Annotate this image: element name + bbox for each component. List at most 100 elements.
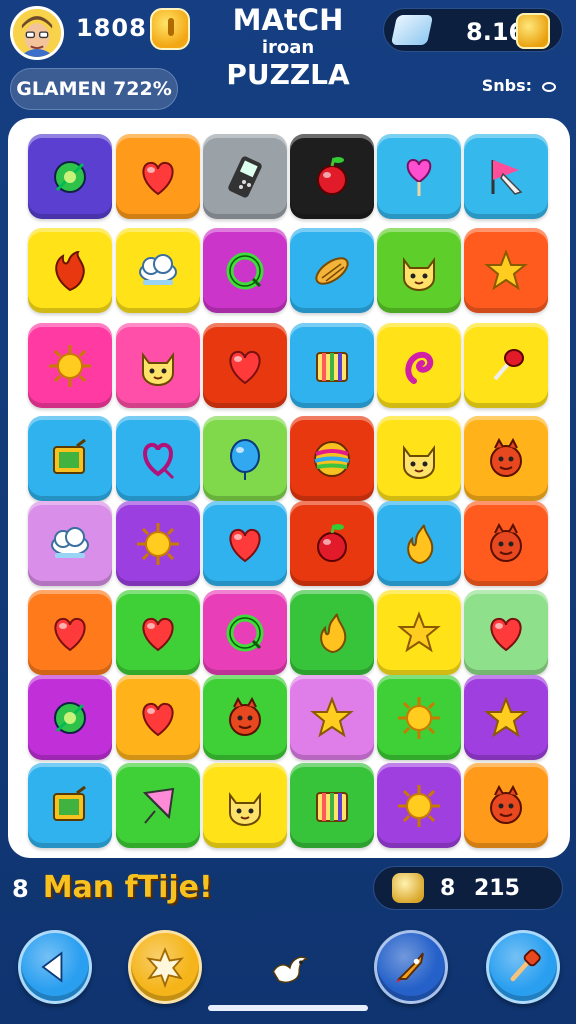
board-tile[interactable] [116,228,200,313]
level-text: Man fTije! [42,870,213,905]
board-tile[interactable] [377,675,461,760]
heart-icon [142,702,174,736]
board-tile[interactable] [464,763,548,848]
cloud-icon [139,253,177,285]
board-tile[interactable] [116,763,200,848]
monster-icon [229,696,261,736]
board-tile[interactable] [28,501,112,586]
board-tile[interactable] [464,501,548,586]
board-tile[interactable] [116,416,200,501]
sun-icon [137,522,179,565]
board-tile[interactable] [464,416,548,501]
board-tile[interactable] [290,675,374,760]
board-tile[interactable] [377,134,461,219]
board-tile[interactable] [116,501,200,586]
star-burst-icon [146,947,184,989]
board-tile[interactable] [464,228,548,313]
stats-label[interactable]: Snbs: [482,76,556,95]
board-tile[interactable] [377,323,461,408]
board-tile[interactable] [290,323,374,408]
flame-icon [320,612,347,653]
apple-icon [317,156,347,195]
board-tile[interactable] [203,134,287,219]
board-tile[interactable] [464,675,548,760]
currency-display[interactable]: 8.16 [383,8,563,52]
coin-icon [516,13,550,49]
game-screen: 1808 MAtCH iroan PUZZLA 8.16 GLAMEN 722%… [0,0,576,1024]
lollipop-icon [493,348,524,380]
board-tile[interactable] [290,134,374,219]
heart-icon [54,617,86,651]
player-avatar[interactable] [10,6,64,60]
board-tile[interactable] [203,590,287,675]
board-tile[interactable] [377,228,461,313]
rocket-icon [395,952,424,983]
board-tile[interactable] [28,590,112,675]
heart-icon [142,617,174,651]
board-tile[interactable] [464,590,548,675]
home-indicator[interactable] [208,1005,368,1011]
gem-icon [390,15,434,45]
board-tile[interactable] [203,323,287,408]
star-icon [484,248,528,290]
board-tile[interactable] [116,675,200,760]
board-tile[interactable] [28,763,112,848]
board-tile[interactable] [116,590,200,675]
play-left-icon [41,951,63,983]
cat-face-icon [403,256,435,291]
hammer-icon [510,949,541,982]
leaf-icon [54,701,86,734]
score-value: 215 [474,876,520,901]
board-tile[interactable] [203,501,287,586]
board-tile[interactable] [290,416,374,501]
hammer-button[interactable] [486,930,560,1004]
player-score: 1808 [76,14,147,42]
board-tile[interactable] [203,675,287,760]
board-tile[interactable] [203,228,287,313]
monster-icon [490,784,522,824]
rocket-button[interactable] [374,930,448,1004]
board-tile[interactable] [377,416,461,501]
bird-icon [272,956,309,983]
board-tile[interactable] [464,323,548,408]
board-tile[interactable] [464,134,548,219]
board-tile[interactable] [203,763,287,848]
cat-face-icon [403,444,435,479]
level-number: 8 [12,875,29,903]
score-prefix: 8 [440,876,456,901]
balloon-icon [230,438,260,480]
back-button[interactable] [18,930,92,1004]
board-tile[interactable] [290,501,374,586]
coin-bag-icon[interactable] [150,8,190,50]
phone-icon [228,155,262,198]
board-tile[interactable] [28,675,112,760]
heart-lollipop-icon [406,158,432,196]
board-tile[interactable] [377,763,461,848]
sun-icon [398,696,440,739]
board-tile[interactable] [116,134,200,219]
board-tile[interactable] [28,416,112,501]
board-tile[interactable] [28,323,112,408]
cat-face-icon [229,791,261,826]
star-button[interactable] [128,930,202,1004]
board-tile[interactable] [203,416,287,501]
flag-icon [491,159,523,195]
gift-stripes-icon [316,351,348,382]
board-tile[interactable] [28,228,112,313]
monster-icon [490,437,522,477]
star-icon [484,695,528,737]
bird-button[interactable] [252,930,326,1004]
board-tile[interactable] [377,590,461,675]
board-tile[interactable] [28,134,112,219]
photo-icon [53,785,86,821]
kite-icon [142,787,175,824]
board-tile[interactable] [290,590,374,675]
candy-icon [315,256,349,285]
heart-icon [229,350,261,384]
board-tile[interactable] [290,763,374,848]
board-tile[interactable] [116,323,200,408]
title-line-3: PUZZLA [226,58,350,91]
heart-icon [229,528,261,562]
board-tile[interactable] [290,228,374,313]
board-tile[interactable] [377,501,461,586]
